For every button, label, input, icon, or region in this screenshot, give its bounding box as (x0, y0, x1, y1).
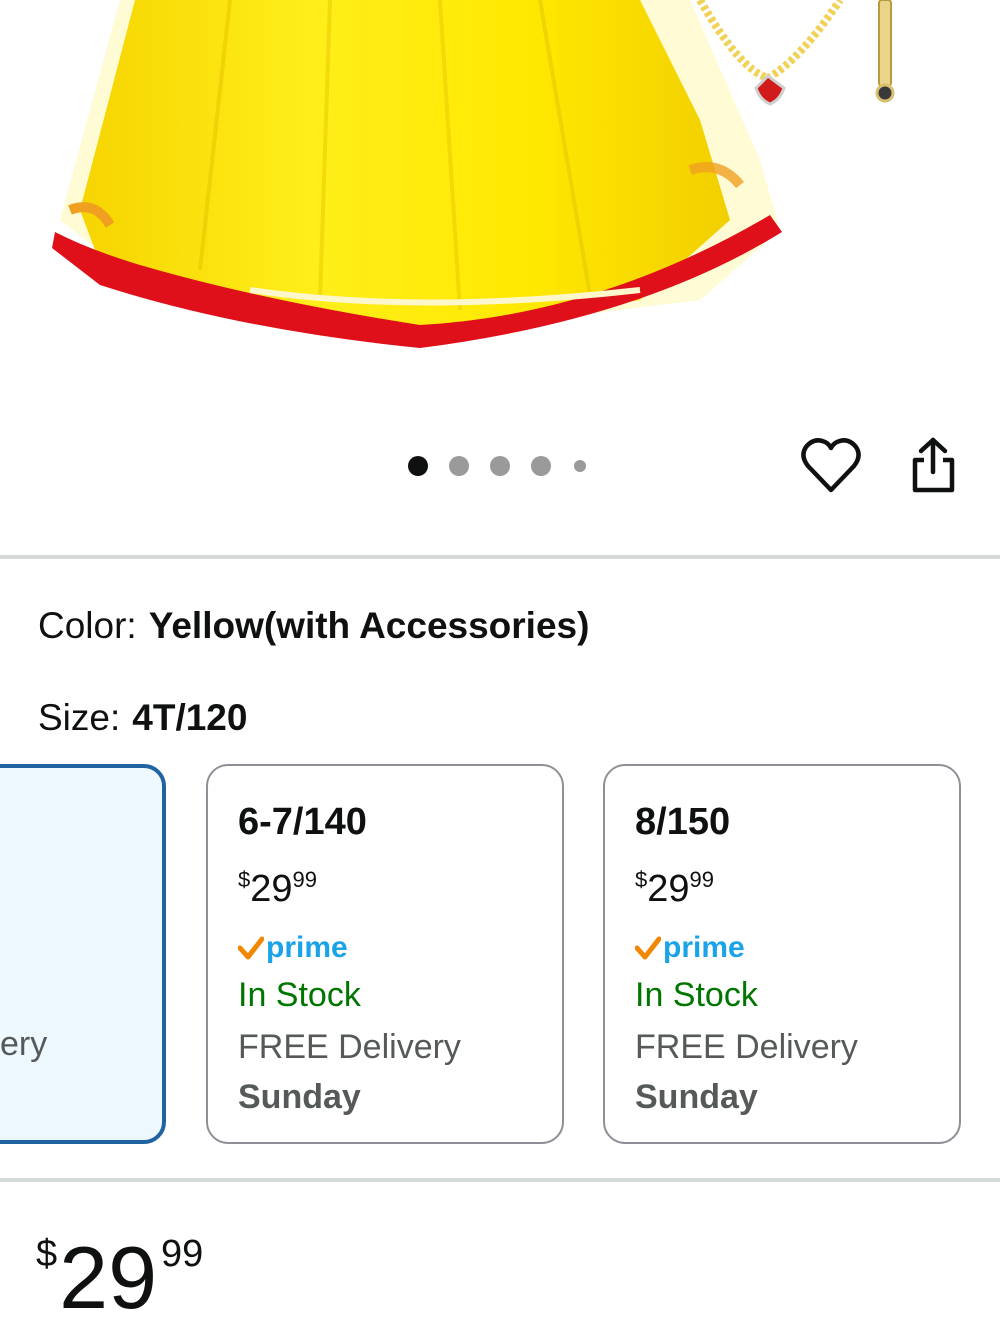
carousel-dot[interactable] (574, 460, 586, 472)
price-currency: $ (36, 1233, 58, 1275)
size-option-price: $2999 (635, 867, 715, 910)
stock-status: In Stock (238, 976, 361, 1014)
image-carousel-dots[interactable] (408, 456, 586, 476)
size-option-selected[interactable] (0, 764, 166, 1144)
price-cents: 99 (161, 1233, 204, 1275)
size-option-delivery-fragment: ery (0, 1025, 48, 1063)
share-button[interactable] (904, 436, 962, 496)
color-label: Color: (38, 605, 137, 646)
section-divider (0, 555, 1000, 559)
size-selection: Size: 4T/120 (38, 697, 247, 739)
size-value: 4T/120 (132, 697, 248, 738)
delivery-text: FREE Delivery (635, 1028, 858, 1066)
color-selection: Color: Yellow(with Accessories) (38, 605, 589, 647)
size-option-8-150[interactable]: 8/150 $2999 prime In Stock FREE Delivery… (603, 764, 961, 1144)
prime-check-icon (635, 936, 661, 960)
delivery-day: Sunday (635, 1078, 758, 1116)
size-option-label: 8/150 (635, 801, 731, 843)
delivery-day: Sunday (238, 1078, 361, 1116)
product-price: $29 99 (36, 1228, 203, 1328)
prime-check-icon (238, 936, 264, 960)
delivery-text: FREE Delivery (238, 1028, 461, 1066)
size-option-price: $2999 (238, 867, 318, 910)
share-icon (912, 437, 955, 493)
heart-icon (801, 438, 861, 493)
dress-illustration (52, 0, 895, 348)
wishlist-button[interactable] (800, 436, 862, 496)
size-option-label: 6-7/140 (238, 801, 367, 843)
carousel-dot[interactable] (490, 456, 510, 476)
carousel-dot[interactable] (449, 456, 469, 476)
stock-status: In Stock (635, 976, 758, 1014)
prime-badge: prime (238, 931, 461, 965)
prime-badge: prime (635, 931, 858, 965)
product-page: Color: Yellow(with Accessories) Size: 4T/1… (0, 0, 1000, 1333)
color-value: Yellow(with Accessories) (148, 605, 590, 646)
section-divider (0, 1178, 1000, 1182)
product-image[interactable] (0, 0, 1000, 420)
carousel-dot[interactable] (531, 456, 551, 476)
carousel-dot-active[interactable] (408, 456, 428, 476)
price-whole: 29 (59, 1228, 158, 1327)
size-option-6-7-140[interactable]: 6-7/140 $2999 prime In Stock FREE Delive… (206, 764, 564, 1144)
size-label: Size: (38, 697, 121, 738)
